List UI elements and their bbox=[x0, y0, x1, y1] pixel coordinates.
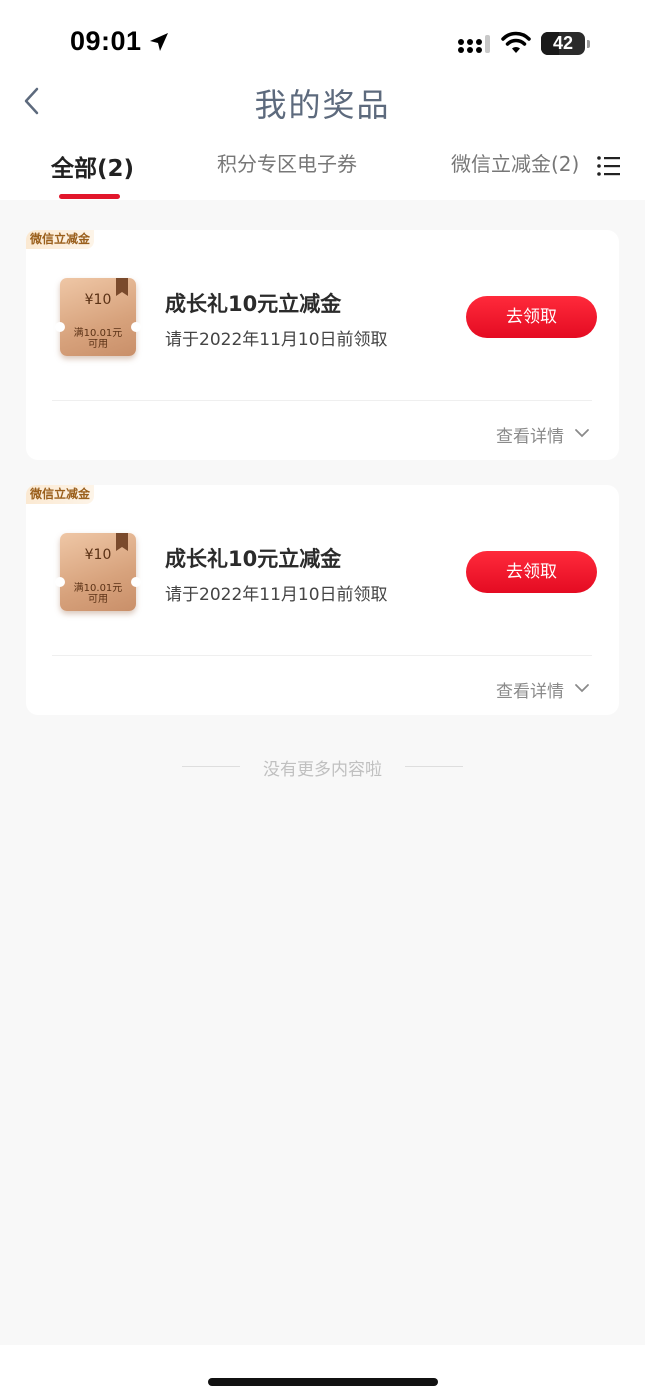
coupon-condition-line: 可用 bbox=[88, 594, 108, 605]
battery-cap bbox=[587, 40, 590, 48]
battery-percent: 42 bbox=[552, 33, 574, 53]
home-indicator[interactable] bbox=[208, 1378, 438, 1386]
coupon-notch bbox=[131, 322, 141, 332]
active-tab-indicator bbox=[59, 194, 120, 199]
chevron-down-icon[interactable] bbox=[574, 682, 590, 694]
coupon-notch bbox=[131, 577, 141, 587]
list-icon[interactable] bbox=[597, 155, 621, 177]
divider bbox=[52, 655, 592, 656]
prize-type-tag: 微信立减金 bbox=[26, 485, 95, 504]
prize-card: 微信立减金 ¥10 满10.01元 可用 成长礼10元立减金 请于2022年11… bbox=[26, 230, 619, 460]
header-area: 09:01 42 我的奖品 全部(2) 积分专区电子券 微信立减金(2) bbox=[0, 0, 645, 200]
tab-points-coupons[interactable]: 积分专区电子券 bbox=[217, 148, 357, 177]
bottom-safe-area bbox=[0, 1345, 645, 1398]
location-arrow-icon bbox=[150, 33, 168, 51]
coupon-condition-line: 满10.01元 bbox=[73, 328, 123, 339]
prize-title: 成长礼10元立减金 bbox=[165, 547, 342, 571]
claim-button[interactable]: 去领取 bbox=[466, 296, 597, 338]
prize-card: 微信立减金 ¥10 满10.01元 可用 成长礼10元立减金 请于2022年11… bbox=[26, 485, 619, 715]
coupon-condition: 满10.01元 可用 bbox=[64, 583, 132, 605]
battery-icon: 42 bbox=[541, 32, 585, 55]
view-details-link[interactable]: 查看详情 bbox=[496, 422, 564, 447]
coupon-amount: ¥10 bbox=[84, 547, 112, 563]
claim-button[interactable]: 去领取 bbox=[466, 551, 597, 593]
page-title: 我的奖品 bbox=[254, 86, 391, 124]
coupon-condition-line: 满10.01元 bbox=[73, 583, 123, 594]
wifi-icon bbox=[501, 31, 531, 53]
tab-wechat-discount[interactable]: 微信立减金(2) bbox=[451, 148, 579, 177]
coupon-condition: 满10.01元 可用 bbox=[64, 328, 132, 350]
end-divider-right bbox=[405, 766, 463, 767]
signal-icon bbox=[458, 35, 490, 53]
tab-all[interactable]: 全部(2) bbox=[51, 149, 134, 183]
prize-title: 成长礼10元立减金 bbox=[165, 292, 342, 316]
prize-deadline: 请于2022年11月10日前领取 bbox=[165, 330, 388, 350]
coupon-image: ¥10 满10.01元 可用 bbox=[55, 533, 141, 611]
divider bbox=[52, 400, 592, 401]
chevron-down-icon[interactable] bbox=[574, 427, 590, 439]
prize-type-tag: 微信立减金 bbox=[26, 230, 95, 249]
coupon-amount: ¥10 bbox=[84, 292, 112, 308]
end-of-list-text: 没有更多内容啦 bbox=[263, 760, 382, 780]
coupon-image: ¥10 满10.01元 可用 bbox=[55, 278, 141, 356]
prize-deadline: 请于2022年11月10日前领取 bbox=[165, 585, 388, 605]
coupon-condition-line: 可用 bbox=[88, 339, 108, 350]
status-time: 09:01 bbox=[70, 26, 142, 56]
view-details-link[interactable]: 查看详情 bbox=[496, 677, 564, 702]
